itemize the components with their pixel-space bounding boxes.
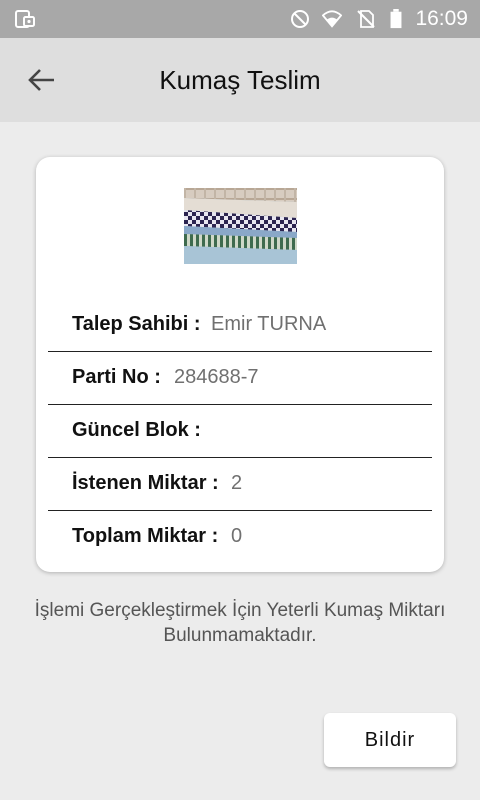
no-sim-icon (357, 10, 375, 28)
requester-value: Emir TURNA (211, 313, 327, 335)
page-title: Kumaş Teslim (159, 65, 321, 95)
batch-no-value: 284688-7 (174, 366, 259, 388)
current-block-label: Güncel Blok : (72, 419, 201, 441)
message-line-1: İşlemi Gerçekleştirmek İçin Yeterli Kuma… (34, 600, 446, 621)
total-amount-value: 0 (231, 525, 243, 547)
requested-amount-label: İstenen Miktar : (72, 472, 219, 494)
do-not-disturb-icon (291, 10, 309, 28)
row-requested-amount: İstenen Miktar : 2 (48, 457, 432, 511)
delivery-card: Talep Sahibi : Emir TURNA Parti No : 284… (36, 157, 444, 572)
status-time: 16:09 (415, 7, 468, 30)
batch-no-label: Parti No : (72, 366, 161, 388)
fabric-samples-image (184, 188, 297, 264)
requested-amount-value: 2 (231, 472, 243, 494)
notification-app-icon (15, 10, 35, 28)
row-current-block: Güncel Blok : (48, 404, 432, 458)
requester-label: Talep Sahibi : (72, 313, 201, 335)
app-bar: Kumaş Teslim (0, 38, 480, 122)
status-bar: 16:09 (0, 0, 480, 38)
row-total-amount: Toplam Miktar : 0 (48, 510, 432, 563)
row-requester: Talep Sahibi : Emir TURNA (48, 298, 432, 352)
battery-icon (390, 9, 402, 29)
wifi-icon (322, 10, 342, 28)
insufficient-fabric-message: İşlemi Gerçekleştirmek İçin Yeterli Kuma… (0, 598, 480, 648)
message-line-2: Bulunmamaktadır. (163, 625, 317, 646)
notify-button[interactable]: Bildir (324, 713, 456, 767)
total-amount-label: Toplam Miktar : (72, 525, 219, 547)
row-batch-no: Parti No : 284688-7 (48, 351, 432, 405)
